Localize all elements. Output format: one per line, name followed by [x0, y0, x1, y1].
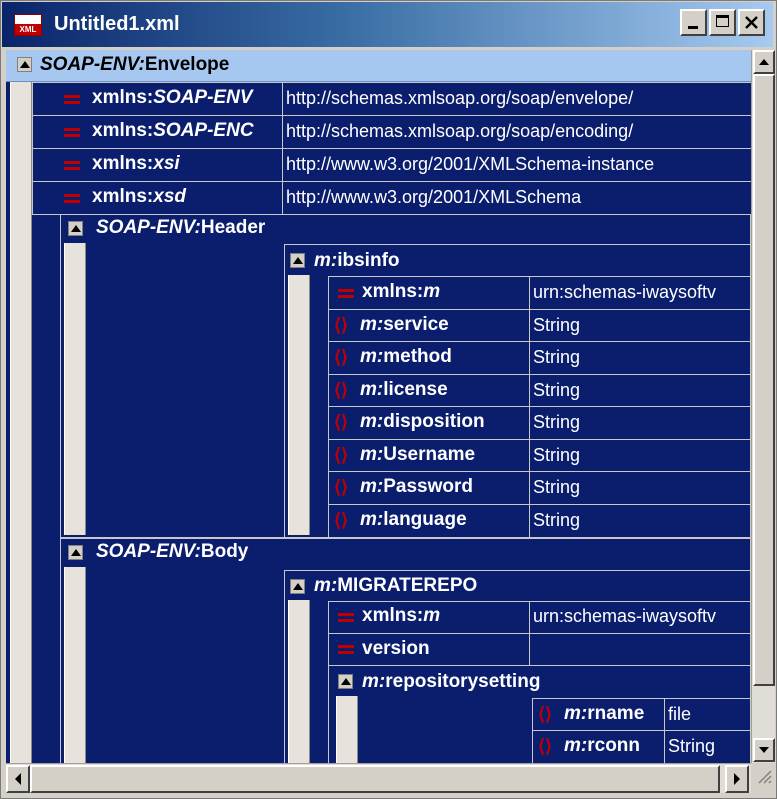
- element-icon: ⟨⟩: [538, 736, 553, 756]
- envelope-element-label: SOAP-ENV:Envelope: [40, 54, 230, 75]
- header-collapse-icon[interactable]: [68, 221, 83, 236]
- envelope-attr-value[interactable]: http://schemas.xmlsoap.org/soap/envelope…: [286, 88, 633, 109]
- migraterepo-xmlns-value[interactable]: urn:schemas-iwaysoftv: [533, 606, 749, 627]
- window-title: Untitled1.xml: [54, 13, 180, 35]
- element-icon: ⟨⟩: [334, 445, 349, 465]
- hscroll-thumb[interactable]: [30, 765, 720, 793]
- scroll-up-button[interactable]: [753, 50, 775, 74]
- repositorysetting-child-name[interactable]: m:rname: [564, 703, 644, 725]
- ibsinfo-element-label[interactable]: m:ibsinfo: [314, 250, 400, 272]
- envelope-attr-name[interactable]: xmlns:SOAP-ENV: [92, 87, 253, 109]
- minimize-icon: [688, 26, 698, 29]
- minimize-button[interactable]: [680, 9, 707, 36]
- scroll-up-arrow-icon: [759, 59, 769, 65]
- repositorysetting-element-label[interactable]: m:repositorysetting: [362, 671, 540, 693]
- close-button[interactable]: [738, 9, 765, 36]
- body-collapse-icon[interactable]: [68, 545, 83, 560]
- resize-grip-icon: [758, 770, 772, 784]
- element-icon: ⟨⟩: [538, 704, 553, 724]
- maximize-button[interactable]: [709, 9, 736, 36]
- title-bar[interactable]: XML Untitled1.xml: [2, 2, 773, 47]
- maximize-icon: [716, 15, 729, 27]
- ibsinfo-child-name[interactable]: m:method: [360, 346, 452, 368]
- ibsinfo-collapse-icon[interactable]: [290, 253, 305, 268]
- ibsinfo-xmlns-value[interactable]: urn:schemas-iwaysoftv: [533, 282, 749, 303]
- repositorysetting-tree-lane: [336, 696, 358, 763]
- element-icon: ⟨⟩: [334, 477, 349, 497]
- ibsinfo-child-value[interactable]: String: [533, 477, 580, 498]
- element-icon: ⟨⟩: [334, 412, 349, 432]
- ibsinfo-xmlns-name[interactable]: xmlns:m: [362, 281, 440, 303]
- migraterepo-element-label[interactable]: m:MIGRATEREPO: [314, 575, 477, 597]
- ibsinfo-tree-lane: [288, 275, 310, 535]
- scroll-down-arrow-icon: [759, 747, 769, 753]
- element-icon: ⟨⟩: [334, 347, 349, 367]
- resize-grip[interactable]: [751, 763, 775, 793]
- attribute-icon: [64, 192, 80, 204]
- attribute-icon: [64, 126, 80, 138]
- migraterepo-collapse-icon[interactable]: [290, 579, 305, 594]
- ibsinfo-child-name[interactable]: m:license: [360, 379, 448, 401]
- envelope-collapse-icon[interactable]: [17, 57, 32, 72]
- element-icon: ⟨⟩: [334, 380, 349, 400]
- ibsinfo-child-value[interactable]: String: [533, 315, 580, 336]
- envelope-attr-name[interactable]: xmlns:xsi: [92, 153, 180, 175]
- scroll-right-button[interactable]: [725, 765, 749, 793]
- ibsinfo-child-value[interactable]: String: [533, 445, 580, 466]
- attribute-icon: [338, 643, 354, 655]
- repositorysetting-child-value[interactable]: file: [668, 704, 691, 725]
- xml-file-icon: XML: [14, 14, 42, 36]
- ibsinfo-child-value[interactable]: String: [533, 347, 580, 368]
- ibsinfo-child-name[interactable]: m:service: [360, 314, 449, 336]
- repositorysetting-child-name[interactable]: m:rconn: [564, 735, 640, 757]
- envelope-attr-name[interactable]: xmlns:xsd: [92, 186, 186, 208]
- body-tree-lane: [64, 567, 86, 763]
- ibsinfo-child-value[interactable]: String: [533, 510, 580, 531]
- envelope-attr-value[interactable]: http://www.w3.org/2001/XMLSchema-instanc…: [286, 154, 654, 175]
- repositorysetting-collapse-icon[interactable]: [338, 674, 353, 689]
- horizontal-scrollbar[interactable]: [6, 763, 751, 793]
- migraterepo-tree-lane: [288, 600, 310, 763]
- attribute-icon: [338, 287, 354, 299]
- attribute-icon: [64, 93, 80, 105]
- scroll-left-button[interactable]: [6, 765, 30, 793]
- body-element-label[interactable]: SOAP-ENV:Body: [96, 541, 248, 563]
- scroll-thumb[interactable]: [753, 74, 775, 686]
- ibsinfo-child-name[interactable]: m:Password: [360, 476, 473, 498]
- scroll-down-button[interactable]: [753, 738, 775, 762]
- envelope-tree-lane: [10, 82, 32, 763]
- xml-file-icon-label: XML: [15, 24, 41, 35]
- ibsinfo-child-name[interactable]: m:language: [360, 509, 467, 531]
- envelope-attr-name[interactable]: xmlns:SOAP-ENC: [92, 120, 254, 142]
- element-icon: ⟨⟩: [334, 315, 349, 335]
- migraterepo-xmlns-name[interactable]: xmlns:m: [362, 605, 440, 627]
- envelope-attr-value[interactable]: http://www.w3.org/2001/XMLSchema: [286, 187, 581, 208]
- header-element-label[interactable]: SOAP-ENV:Header: [96, 217, 265, 239]
- element-icon: ⟨⟩: [334, 510, 349, 530]
- header-tree-lane: [64, 243, 86, 535]
- scroll-right-arrow-icon: [734, 773, 740, 785]
- ibsinfo-child-name[interactable]: m:disposition: [360, 411, 485, 433]
- vertical-scrollbar[interactable]: [751, 50, 775, 763]
- ibsinfo-child-name[interactable]: m:Username: [360, 444, 475, 466]
- ibsinfo-child-value[interactable]: String: [533, 380, 580, 401]
- close-icon: [745, 16, 758, 29]
- attribute-icon: [338, 611, 354, 623]
- scroll-left-arrow-icon: [15, 773, 21, 785]
- ibsinfo-child-value[interactable]: String: [533, 412, 580, 433]
- envelope-attr-value[interactable]: http://schemas.xmlsoap.org/soap/encoding…: [286, 121, 633, 142]
- attribute-icon: [64, 159, 80, 171]
- repositorysetting-child-value[interactable]: String: [668, 736, 715, 757]
- migraterepo-version-name[interactable]: version: [362, 638, 430, 660]
